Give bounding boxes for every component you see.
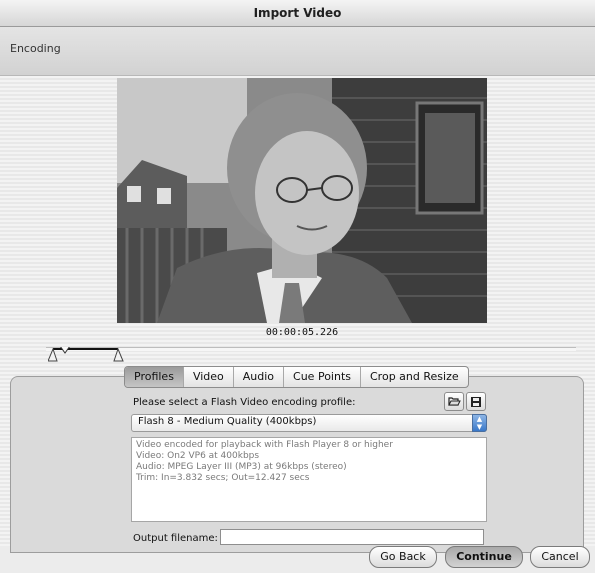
timecode: 00:00:05.226 xyxy=(265,327,339,338)
tab-audio[interactable]: Audio xyxy=(232,367,283,387)
description-line: Trim: In=3.832 secs; Out=12.427 secs xyxy=(136,473,310,483)
encoding-profile-select[interactable]: Flash 8 - Medium Quality (400kbps) ▲ ▼ xyxy=(131,414,487,432)
profile-select-label: Please select a Flash Video encoding pro… xyxy=(133,397,356,408)
window-title: Import Video xyxy=(253,6,342,20)
select-arrows-icon: ▲ ▼ xyxy=(472,414,487,432)
section-title: Encoding xyxy=(10,42,61,55)
continue-button[interactable]: Continue xyxy=(445,546,523,568)
open-profile-button[interactable] xyxy=(444,392,464,411)
cancel-button[interactable]: Cancel xyxy=(530,546,590,568)
output-filename-input[interactable] xyxy=(220,529,484,545)
selected-profile: Flash 8 - Medium Quality (400kbps) xyxy=(138,416,317,427)
save-profile-button[interactable] xyxy=(466,392,486,411)
folder-open-icon xyxy=(448,397,461,406)
trim-markers[interactable] xyxy=(48,347,126,363)
save-icon xyxy=(471,397,481,407)
trim-out-handle[interactable] xyxy=(113,347,124,362)
tab-video[interactable]: Video xyxy=(182,367,233,387)
tab-crop-and-resize[interactable]: Crop and Resize xyxy=(360,367,468,387)
video-frame-image xyxy=(117,78,487,323)
description-line: Video encoded for playback with Flash Pl… xyxy=(136,440,393,450)
tab-profiles[interactable]: Profiles xyxy=(125,367,183,387)
description-line: Audio: MPEG Layer III (MP3) at 96kbps (s… xyxy=(136,462,347,472)
header-band xyxy=(0,27,595,76)
description-line: Video: On2 VP6 at 400kbps xyxy=(136,451,260,461)
output-filename-label: Output filename: xyxy=(133,533,218,544)
video-preview xyxy=(117,78,487,323)
tab-bar: Profiles Video Audio Cue Points Crop and… xyxy=(124,366,469,388)
profile-description: Video encoded for playback with Flash Pl… xyxy=(131,437,487,522)
go-back-button[interactable]: Go Back xyxy=(369,546,437,568)
window-titlebar: Import Video xyxy=(0,0,595,27)
trim-in-handle[interactable] xyxy=(48,347,58,362)
tab-cue-points[interactable]: Cue Points xyxy=(283,367,360,387)
